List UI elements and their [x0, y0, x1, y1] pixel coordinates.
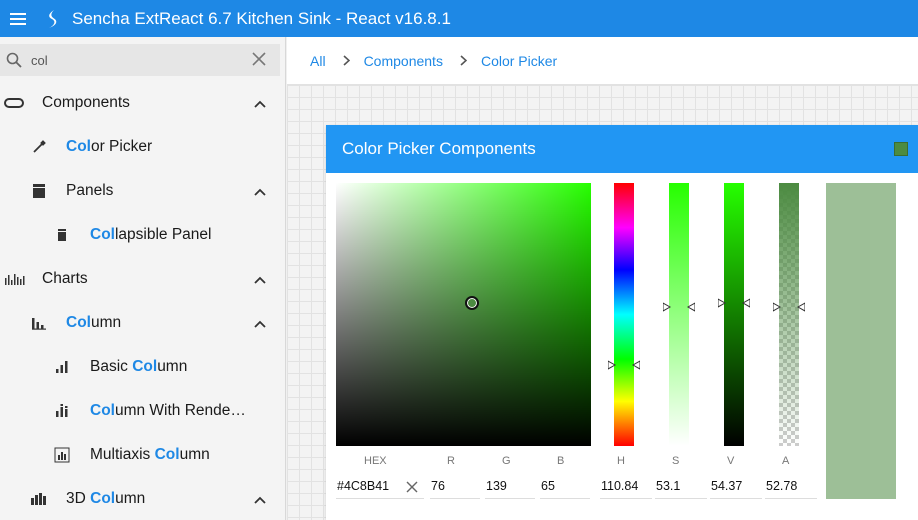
tree-node-charts[interactable]: Charts [0, 257, 285, 301]
tree-node-label: Collapsible Panel [90, 226, 212, 243]
chevron-right-icon [343, 55, 350, 66]
sencha-logo-icon[interactable] [42, 0, 62, 37]
alpha-slider-handle[interactable] [773, 302, 805, 312]
tree-node-label: Color Picker [66, 138, 153, 155]
sidebar: Components Color Picker Panels Collapsib… [0, 37, 286, 520]
tree-node-label: Column [66, 314, 122, 331]
a-label: A [782, 455, 790, 467]
value-slider[interactable] [718, 183, 750, 446]
chevron-up-icon[interactable] [254, 183, 266, 201]
breadcrumb: All Components Color Picker [287, 37, 918, 85]
hamburger-icon[interactable] [0, 0, 36, 37]
hex-label: HEX [364, 455, 387, 467]
saturation-slider[interactable] [663, 183, 695, 446]
panels-icon [29, 181, 49, 201]
r-label: R [447, 455, 455, 467]
tree-node-label: Components [42, 94, 130, 111]
blue-field[interactable]: 65 [540, 479, 590, 499]
hue-slider[interactable] [608, 183, 640, 446]
panel-title: Color Picker Components [342, 139, 536, 158]
color-picker: HEX R G B H S V A #4C8B41 76 139 65 110.… [326, 173, 918, 520]
color-picker-panel: Color Picker Components HEX R G B H S V … [326, 125, 918, 520]
main-content: All Components Color Picker Color Picker… [287, 37, 918, 520]
hue-field[interactable]: 110.84 [600, 479, 652, 499]
tree-node-color-picker[interactable]: Color Picker [0, 125, 285, 169]
hue-slider-handle[interactable] [608, 360, 640, 370]
column-renderer-icon [52, 401, 72, 421]
tree-node-column[interactable]: Column [0, 301, 285, 345]
multiaxis-column-icon [52, 445, 72, 465]
alpha-field[interactable]: 52.78 [765, 479, 817, 499]
eyedropper-icon [29, 137, 49, 157]
tree-node-label: Charts [42, 270, 88, 287]
color-map-cursor[interactable] [465, 296, 479, 310]
chevron-up-icon[interactable] [254, 271, 266, 289]
tree-node-basic-column[interactable]: Basic Column [0, 345, 285, 389]
breadcrumb-current-color-picker[interactable]: Color Picker [481, 53, 557, 69]
value-field[interactable]: 54.37 [710, 479, 762, 499]
tree-node-multiaxis-column[interactable]: Multiaxis Column [0, 433, 285, 477]
tree-node-panels[interactable]: Panels [0, 169, 285, 213]
breadcrumb-link-all[interactable]: All [310, 53, 326, 69]
color-swatch[interactable] [894, 142, 908, 156]
v-label: V [727, 455, 735, 467]
red-field[interactable]: 76 [430, 479, 480, 499]
color-preview [826, 183, 896, 499]
search-bar [0, 44, 280, 76]
navigation-tree: Components Color Picker Panels Collapsib… [0, 81, 285, 520]
tree-node-label: Column With Rende… [90, 402, 246, 419]
chevron-up-icon[interactable] [254, 95, 266, 113]
search-input[interactable] [31, 52, 241, 68]
tree-node-3d-column[interactable]: 3D Column [0, 477, 285, 520]
3d-column-icon [29, 489, 49, 509]
saturation-slider-handle[interactable] [663, 302, 695, 312]
saturation-value-map[interactable] [336, 183, 591, 446]
alpha-slider[interactable] [773, 183, 805, 446]
tree-node-label: Panels [66, 182, 114, 199]
breadcrumb-link-components[interactable]: Components [364, 53, 443, 69]
tree-node-collapsible-panel[interactable]: Collapsible Panel [0, 213, 285, 257]
title-bar: Sencha ExtReact 6.7 Kitchen Sink - React… [0, 0, 918, 37]
tree-node-label: Multiaxis Column [90, 446, 210, 463]
s-label: S [672, 455, 680, 467]
collapsible-panel-icon [52, 225, 72, 245]
tree-node-label: 3D Column [66, 490, 146, 507]
panel-header: Color Picker Components [326, 125, 918, 173]
basic-column-icon [52, 357, 72, 377]
clear-search-icon[interactable] [252, 52, 266, 71]
search-icon [0, 52, 28, 68]
h-label: H [617, 455, 625, 467]
column-chart-icon [29, 313, 49, 333]
value-slider-handle[interactable] [718, 298, 750, 308]
saturation-field[interactable]: 53.1 [655, 479, 707, 499]
tree-node-label: Basic Column [90, 358, 188, 375]
app-title: Sencha ExtReact 6.7 Kitchen Sink - React… [72, 8, 451, 28]
chevron-right-icon [460, 55, 467, 66]
chevron-up-icon[interactable] [254, 491, 266, 509]
g-label: G [502, 455, 511, 467]
charts-icon [4, 269, 26, 289]
chevron-up-icon[interactable] [254, 315, 266, 333]
components-icon [4, 93, 24, 113]
green-field[interactable]: 139 [485, 479, 535, 499]
clear-hex-icon[interactable] [406, 480, 418, 498]
tree-node-components[interactable]: Components [0, 81, 285, 125]
tree-node-column-with-renderer[interactable]: Column With Rende… [0, 389, 285, 433]
b-label: B [557, 455, 565, 467]
